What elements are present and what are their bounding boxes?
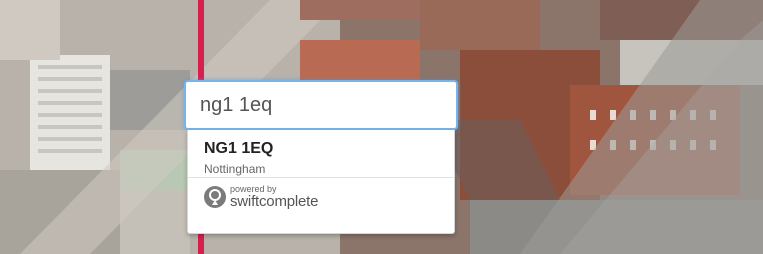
brand-name: swiftcomplete xyxy=(230,193,319,210)
powered-by-branding: powered by swiftcomplete xyxy=(188,178,454,209)
location-pin-icon xyxy=(204,186,226,208)
autocomplete-dropdown: NG1 1EQ Nottingham powered by swiftcompl… xyxy=(187,130,455,234)
postcode-search-input[interactable] xyxy=(184,80,458,130)
suggestion-item[interactable]: NG1 1EQ Nottingham xyxy=(188,130,454,177)
suggestion-postcode: NG1 1EQ xyxy=(204,140,274,157)
suggestion-town: Nottingham xyxy=(204,162,266,176)
